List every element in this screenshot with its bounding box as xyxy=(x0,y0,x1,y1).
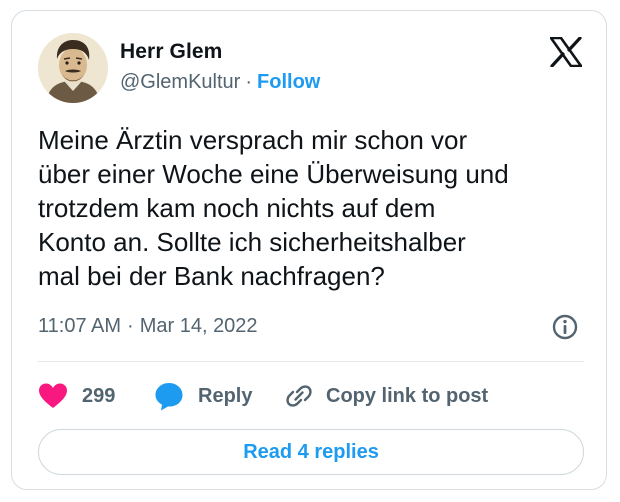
reply-bubble-icon xyxy=(155,383,183,411)
time-separator: · xyxy=(127,315,134,337)
read-replies-button[interactable]: Read 4 replies xyxy=(38,429,584,475)
author-name[interactable]: Herr Glem xyxy=(120,40,222,64)
author-handle[interactable]: @GlemKultur xyxy=(120,71,240,93)
like-count: 299 xyxy=(82,384,116,407)
reply-button[interactable]: Reply xyxy=(154,373,252,419)
follow-button[interactable]: Follow xyxy=(257,71,320,93)
copy-link-button[interactable]: Copy link to post xyxy=(284,373,488,419)
reply-label: Reply xyxy=(198,384,253,407)
heart-icon xyxy=(39,383,67,408)
info-icon[interactable] xyxy=(551,313,579,341)
x-logo-icon[interactable] xyxy=(549,36,583,68)
like-button[interactable]: 299 xyxy=(38,373,115,419)
tweet-card: Herr Glem @GlemKultur · Follow Meine Ärzti… xyxy=(11,10,607,490)
handle-separator: · xyxy=(245,71,253,93)
copy-link-label: Copy link to post xyxy=(326,384,489,407)
action-bar: 299 Reply Copy link to post xyxy=(38,373,584,419)
post-date: Mar 14, 2022 xyxy=(139,315,258,337)
post-text: Meine Ärztin versprach mir schon vor übe… xyxy=(38,125,509,291)
divider xyxy=(38,361,584,362)
post-time: 11:07 AM xyxy=(38,315,122,337)
author-handle-row: @GlemKultur · Follow xyxy=(120,71,320,94)
post-timestamp[interactable]: 11:07 AM · Mar 14, 2022 xyxy=(38,315,258,338)
read-replies-label: Read 4 replies xyxy=(243,440,379,463)
avatar[interactable] xyxy=(38,33,108,103)
link-icon xyxy=(286,385,312,407)
